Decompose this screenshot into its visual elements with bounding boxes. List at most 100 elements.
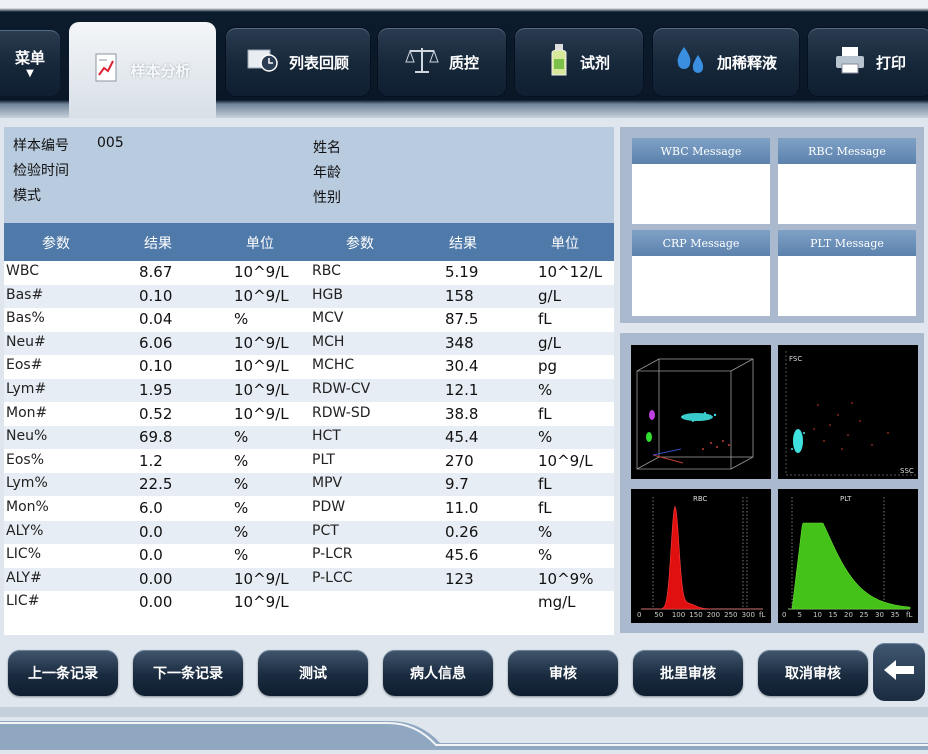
test-button[interactable]: 测试 <box>258 650 368 696</box>
param-name: Lym% <box>6 475 48 492</box>
sample-info: 样本编号 005 检验时间 模式 姓名 年龄 性别 <box>4 127 614 223</box>
cancel-review-button[interactable]: 取消审核 <box>758 650 868 696</box>
tab-sample-analysis[interactable]: 样本分析 <box>69 22 216 118</box>
menu-caret-icon: ▼ <box>26 67 34 79</box>
unit: % <box>234 428 249 447</box>
axis-tick-label: fL <box>759 611 766 619</box>
table-row: LIC# 0.00 10^9/L mg/L <box>4 591 614 614</box>
param-name: Mon# <box>6 404 48 421</box>
scatter-cluster-green <box>646 432 652 442</box>
result-value: 38.8 <box>445 404 479 423</box>
unit: 10^9/L <box>234 381 289 399</box>
bottle-icon <box>548 43 570 81</box>
result-value: 12.1 <box>445 381 479 399</box>
unit: fL <box>538 404 552 423</box>
ssc-axis-label: SSC <box>900 467 914 475</box>
result-value: 8.67 <box>139 263 173 281</box>
header-unit: 单位 <box>246 236 274 252</box>
table-row: Eos# 0.10 10^9/L MCHC 30.4 pg <box>4 355 614 378</box>
result-value: 1.95 <box>139 381 173 399</box>
param-name: MCV <box>312 310 344 327</box>
back-button[interactable] <box>873 643 925 701</box>
tab-reagent[interactable]: 试剂 <box>515 28 643 96</box>
rbc-message-box: RBC Message <box>778 138 916 224</box>
result-value: 0.10 <box>139 286 173 305</box>
result-value: 6.0 <box>139 499 163 517</box>
axis-tick-label: 300 <box>741 611 755 619</box>
tab-list-review[interactable]: 列表回顾 <box>226 28 370 96</box>
unit: 10^12/L <box>538 263 603 281</box>
scatter-cluster-cyan <box>681 412 717 422</box>
result-value: 45.6 <box>445 546 479 565</box>
result-value: 0.52 <box>139 404 173 423</box>
axis-tick-label: 15 <box>828 611 838 619</box>
param-name: HGB <box>312 286 343 303</box>
tab-print[interactable]: 打印 <box>808 28 928 96</box>
menu-button[interactable]: 菜单 ▼ <box>0 30 60 96</box>
unit: % <box>538 522 553 541</box>
table-row: ALY# 0.00 10^9/L P-LCC 123 10^9% <box>4 567 614 591</box>
sample-no-label: 样本编号 <box>13 138 69 154</box>
param-name: Mon% <box>6 499 49 515</box>
param-name: PCT <box>312 522 339 539</box>
batch-review-button[interactable]: 批里审核 <box>633 650 743 696</box>
axis-tick-label: 0 <box>637 611 642 619</box>
printer-icon <box>834 45 866 79</box>
param-name: LIC# <box>6 593 40 610</box>
patient-info-button[interactable]: 病人信息 <box>383 650 493 696</box>
rbc-histogram: RBC 0 50 100 150 200 250 300 fL <box>631 489 771 623</box>
axis-tick-label: fL <box>906 611 913 619</box>
plt-distribution-curve <box>788 522 911 610</box>
scatter-cluster-cyan <box>791 429 805 453</box>
previous-record-button[interactable]: 上一条记录 <box>8 650 118 696</box>
drops-icon <box>675 45 707 79</box>
unit: % <box>234 546 249 565</box>
unit: 10^9/L <box>234 263 289 281</box>
plt-histogram: PLT 0 5 10 15 20 25 30 35 fL <box>778 489 918 623</box>
result-value: 0.0 <box>139 546 163 565</box>
table-row: Eos% 1.2% PLT 270 10^9/L <box>4 450 614 473</box>
param-name: HCT <box>312 428 341 445</box>
tab-label: 加稀释液 <box>716 53 777 72</box>
axis-tick-label: 20 <box>844 611 853 619</box>
fsc-ssc-scatter: FSC SSC <box>778 345 918 479</box>
unit: 10^9/L <box>234 593 289 612</box>
param-name: RDW-CV <box>312 381 371 397</box>
tab-add-diluent[interactable]: 加稀释液 <box>653 28 799 96</box>
header-result: 结果 <box>144 236 172 252</box>
wbc-3d-scatter <box>631 345 771 479</box>
table-row: WBC 8.67 10^9/L RBC 5.19 10^12/L <box>4 261 614 284</box>
table-row: ALY% 0.0% PCT 0.26% <box>4 520 614 544</box>
param-name: Eos# <box>6 357 43 374</box>
unit: % <box>234 475 249 494</box>
tab-quality-control[interactable]: 质控 <box>378 28 506 96</box>
unit: % <box>538 381 553 399</box>
unit: 10^9/L <box>234 357 289 376</box>
result-value: 0.0 <box>139 522 163 541</box>
unit: fL <box>538 475 552 494</box>
review-button[interactable]: 审核 <box>508 650 618 696</box>
param-name: Eos% <box>6 451 45 468</box>
plt-x-axis: 0 5 10 15 20 25 30 35 fL <box>778 611 918 623</box>
result-value: 22.5 <box>139 475 173 494</box>
result-value: 348 <box>445 333 474 352</box>
sex-label: 性别 <box>313 190 341 206</box>
next-record-button[interactable]: 下一条记录 <box>133 650 243 696</box>
param-name: PLT <box>312 451 335 468</box>
fsc-axis-label: FSC <box>789 355 803 363</box>
axis-tick-label: 5 <box>797 611 802 619</box>
result-value: 1.2 <box>139 451 163 470</box>
table-row: Mon# 0.52 10^9/L RDW-SD 38.8 fL <box>4 403 614 426</box>
result-value: 6.06 <box>139 333 173 352</box>
table-row: Mon% 6.0% PDW 11.0 fL <box>4 497 614 520</box>
table-row: Neu% 69.8% HCT 45.4% <box>4 426 614 450</box>
param-name: PDW <box>312 499 346 515</box>
param-name: MCHC <box>312 357 355 374</box>
axis-tick-label: 100 <box>671 611 686 619</box>
unit: 10^9/L <box>538 451 593 470</box>
unit: 10^9% <box>538 569 594 588</box>
param-name: MCH <box>312 333 345 350</box>
tab-label: 质控 <box>448 53 479 72</box>
name-label: 姓名 <box>313 140 341 156</box>
param-name: ALY% <box>6 522 44 539</box>
